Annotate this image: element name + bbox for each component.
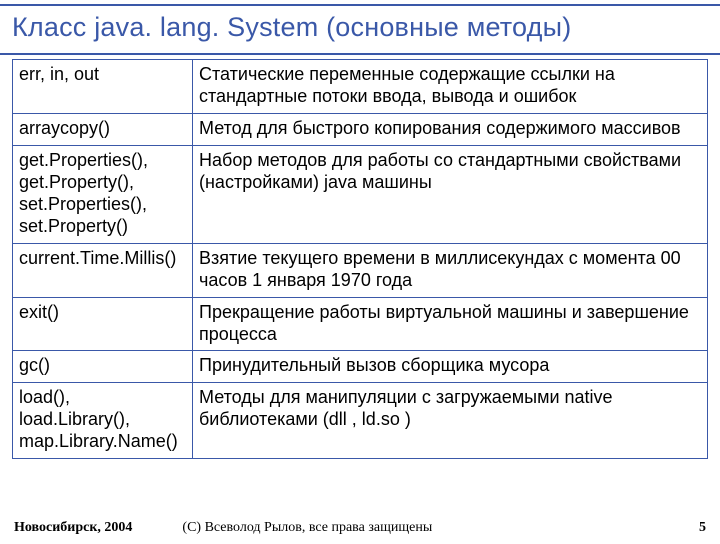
desc-cell: Статические переменные содержащие ссылки… — [193, 60, 708, 114]
desc-cell: Принудительный вызов сборщика мусора — [193, 351, 708, 383]
method-cell: err, in, out — [13, 60, 193, 114]
method-cell: exit() — [13, 297, 193, 351]
desc-cell: Взятие текущего времени в миллисекундах … — [193, 243, 708, 297]
desc-cell: Набор методов для работы со стандартными… — [193, 145, 708, 243]
slide-title: Класс java. lang. System (основные метод… — [12, 12, 710, 43]
title-band: Класс java. lang. System (основные метод… — [0, 4, 720, 55]
table-row: gc() Принудительный вызов сборщика мусор… — [13, 351, 708, 383]
footer-copyright: (С) Всеволод Рылов, все права защищены — [132, 520, 699, 536]
desc-cell: Методы для манипуляции с загружаемыми na… — [193, 383, 708, 459]
method-cell: load(), load.Library(), map.Library.Name… — [13, 383, 193, 459]
table-row: err, in, out Статические переменные соде… — [13, 60, 708, 114]
table-row: get.Properties(), get.Property(), set.Pr… — [13, 145, 708, 243]
footer: Новосибирск, 2004 (С) Всеволод Рылов, вс… — [0, 520, 720, 536]
method-cell: gc() — [13, 351, 193, 383]
footer-page-number: 5 — [699, 520, 706, 536]
table-row: load(), load.Library(), map.Library.Name… — [13, 383, 708, 459]
methods-table: err, in, out Статические переменные соде… — [12, 59, 708, 459]
desc-cell: Метод для быстрого копирования содержимо… — [193, 113, 708, 145]
footer-location-year: Новосибирск, 2004 — [14, 520, 132, 536]
table-row: current.Time.Millis() Взятие текущего вр… — [13, 243, 708, 297]
table-row: arraycopy() Метод для быстрого копирован… — [13, 113, 708, 145]
method-cell: get.Properties(), get.Property(), set.Pr… — [13, 145, 193, 243]
table-row: exit() Прекращение работы виртуальной ма… — [13, 297, 708, 351]
method-cell: arraycopy() — [13, 113, 193, 145]
desc-cell: Прекращение работы виртуальной машины и … — [193, 297, 708, 351]
method-cell: current.Time.Millis() — [13, 243, 193, 297]
